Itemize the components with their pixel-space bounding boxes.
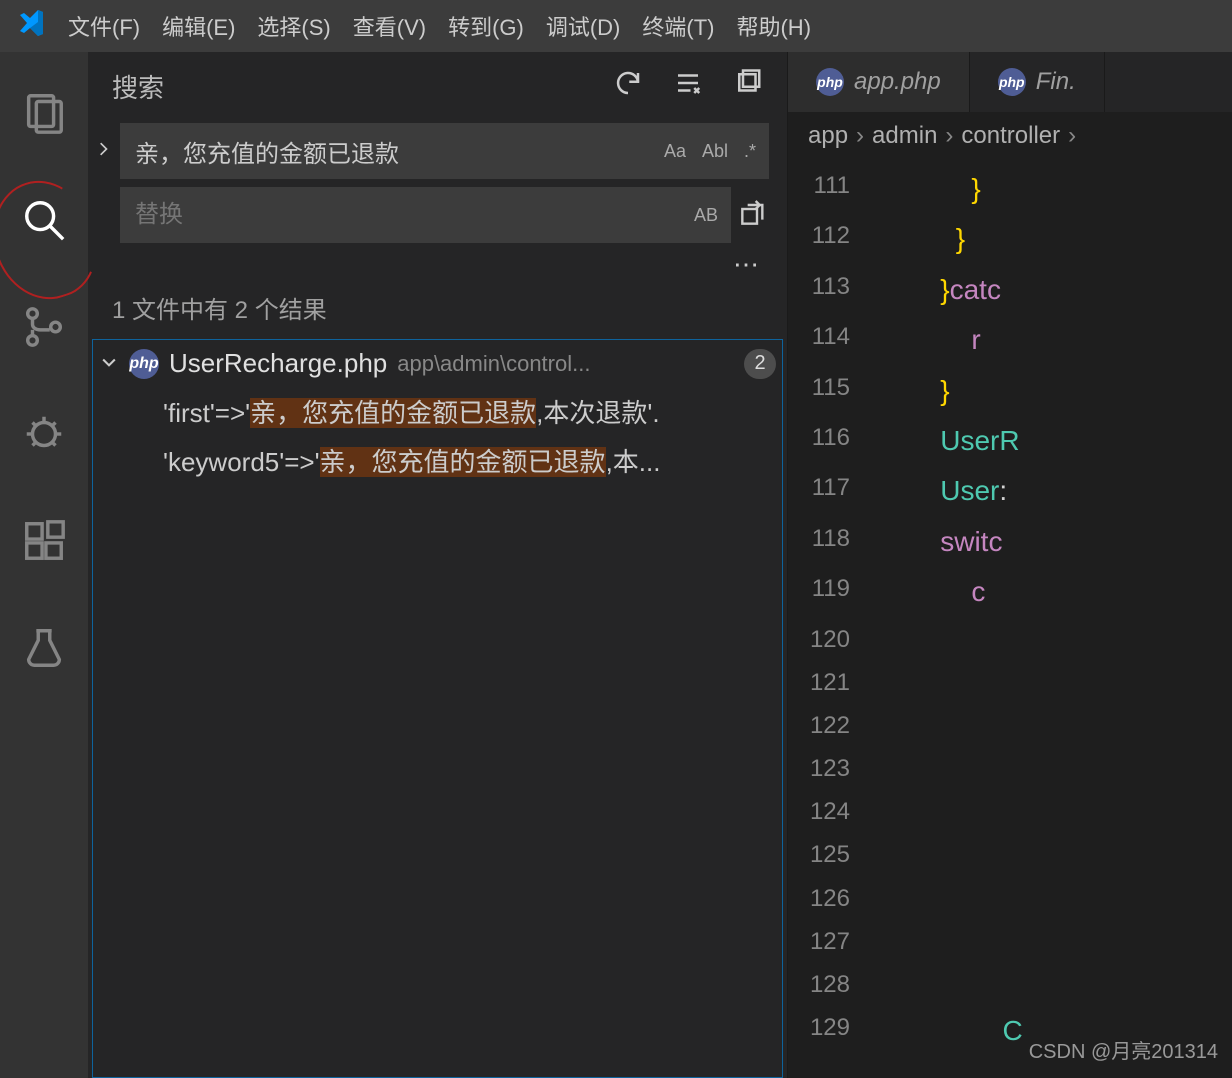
results-summary: 1 文件中有 2 个结果	[88, 284, 787, 339]
chevron-down-icon[interactable]	[99, 348, 119, 379]
debug-icon[interactable]	[21, 411, 67, 462]
editor-tab[interactable]: phpapp.php	[788, 52, 970, 112]
code-editor[interactable]: 111 }112 }113 }catc114 r115 }116 UserR11…	[788, 160, 1232, 1078]
result-file-row[interactable]: php UserRecharge.php app\admin\control..…	[93, 340, 782, 387]
preserve-case-toggle[interactable]: AB	[688, 203, 724, 228]
menu-debug[interactable]: 调试(D)	[546, 10, 621, 42]
match-case-toggle[interactable]: Aa	[658, 139, 692, 164]
menu-select[interactable]: 选择(S)	[257, 10, 330, 42]
extensions-icon[interactable]	[21, 518, 67, 569]
menu-terminal[interactable]: 终端(T)	[642, 10, 714, 42]
menu-edit[interactable]: 编辑(E)	[162, 10, 235, 42]
refresh-icon[interactable]	[613, 68, 643, 105]
result-file-name: UserRecharge.php	[169, 348, 387, 379]
search-input[interactable]	[135, 137, 658, 165]
menu-help[interactable]: 帮助(H)	[736, 10, 811, 42]
vscode-logo-icon	[14, 7, 46, 45]
menu-file[interactable]: 文件(F)	[68, 10, 140, 42]
php-file-icon: php	[129, 349, 159, 379]
regex-toggle[interactable]: .*	[738, 139, 762, 164]
search-input-container: Aa Abl .*	[120, 123, 769, 179]
php-file-icon: php	[816, 68, 844, 96]
editor-tabs: phpapp.php phpFin.	[788, 52, 1232, 112]
explorer-icon[interactable]	[21, 90, 67, 141]
source-control-icon[interactable]	[21, 304, 67, 355]
replace-input[interactable]	[135, 201, 688, 229]
search-icon[interactable]	[21, 197, 67, 248]
match-row[interactable]: 'first'=>'亲，您充值的金额已退款,本次退款'.	[93, 387, 782, 436]
menu-view[interactable]: 查看(V)	[353, 10, 426, 42]
replace-all-icon[interactable]	[737, 197, 769, 234]
watermark-text: CSDN @月亮201314	[1029, 1035, 1218, 1064]
clear-icon[interactable]	[673, 68, 703, 105]
match-word-toggle[interactable]: Abl	[696, 139, 734, 164]
match-row[interactable]: 'keyword5'=>'亲，您充值的金额已退款,本...	[93, 436, 782, 485]
breadcrumb[interactable]: app›admin›controller›	[788, 112, 1232, 160]
editor-area: phpapp.php phpFin. app›admin›controller›…	[788, 52, 1232, 1078]
replace-input-container: AB	[120, 187, 731, 243]
menu-bar: 文件(F) 编辑(E) 选择(S) 查看(V) 转到(G) 调试(D) 终端(T…	[0, 0, 1232, 52]
result-file-path: app\admin\control...	[397, 351, 590, 377]
activity-bar	[0, 52, 88, 1078]
new-editor-icon[interactable]	[733, 68, 763, 105]
menu-goto[interactable]: 转到(G)	[448, 10, 524, 42]
result-file-count: 2	[744, 349, 776, 379]
editor-tab[interactable]: phpFin.	[970, 52, 1105, 112]
test-icon[interactable]	[21, 625, 67, 676]
panel-title: 搜索	[112, 68, 164, 105]
php-file-icon: php	[998, 68, 1026, 96]
search-panel: 搜索 Aa Abl .*	[88, 52, 788, 1078]
results-tree: php UserRecharge.php app\admin\control..…	[92, 339, 783, 1078]
toggle-replace-icon[interactable]	[94, 139, 114, 164]
toggle-details-icon[interactable]: ⋯	[94, 243, 769, 284]
